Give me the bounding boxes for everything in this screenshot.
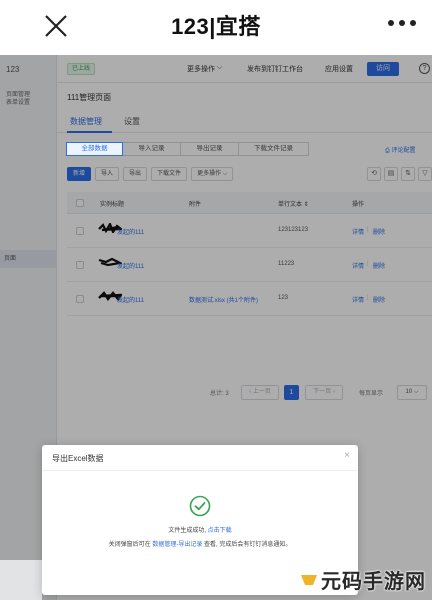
modal-title: 导出Excel数据 [52,454,104,463]
page-title: 123|宜搭 [171,14,261,39]
more-icon[interactable] [382,13,422,33]
success-message: 文件生成成功, 点击下载 [42,525,358,534]
segment-all-data[interactable]: 全部数据 [66,142,123,156]
success-text: 文件生成成功, [168,528,206,534]
hint-text-pre: 关闭弹窗后可在 [108,542,151,548]
close-icon[interactable] [40,10,72,42]
watermark-text: 元码手游网 [321,569,426,593]
export-records-link[interactable]: 数据管理-导出记录 [152,542,202,548]
close-icon[interactable]: × [344,450,350,461]
download-link[interactable]: 点击下载 [208,528,232,534]
hint-message: 关闭弹窗后可在 数据管理-导出记录 查看, 完成后会有钉钉消息通知。 [42,539,358,548]
bottom-strip [0,560,42,600]
modal-divider [42,470,358,471]
hint-text-post: 查看, 完成后会有钉钉消息通知。 [204,542,292,548]
phone-header: 123|宜搭 [0,0,432,50]
watermark: 元码手游网 [300,565,426,594]
watermark-logo-icon [301,574,317,585]
check-circle-icon [189,495,211,517]
